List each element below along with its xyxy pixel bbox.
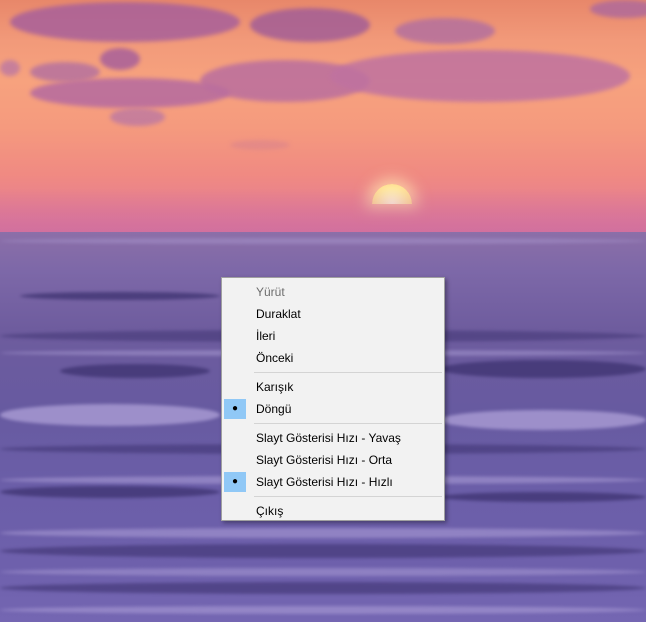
- menu-item-label: Döngü: [256, 402, 292, 416]
- wallpaper-sky: [0, 0, 646, 232]
- menu-item-label: İleri: [256, 329, 276, 343]
- menu-item-speed-medium[interactable]: Slayt Gösterisi Hızı - Orta: [222, 449, 444, 471]
- menu-item-loop[interactable]: ● Döngü: [222, 398, 444, 420]
- menu-item-label: Çıkış: [256, 504, 284, 518]
- menu-item-speed-fast[interactable]: ● Slayt Gösterisi Hızı - Hızlı: [222, 471, 444, 493]
- context-menu: Yürüt Duraklat İleri Önceki Karışık ● Dö…: [221, 277, 445, 521]
- menu-item-label: Slayt Gösterisi Hızı - Yavaş: [256, 431, 401, 445]
- check-bullet-icon: ●: [224, 399, 246, 419]
- menu-item-speed-slow[interactable]: Slayt Gösterisi Hızı - Yavaş: [222, 427, 444, 449]
- menu-item-label: Karışık: [256, 380, 294, 394]
- desktop[interactable]: Yürüt Duraklat İleri Önceki Karışık ● Dö…: [0, 0, 646, 622]
- menu-item-label: Duraklat: [256, 307, 301, 321]
- menu-separator: [254, 423, 442, 424]
- menu-item-previous[interactable]: Önceki: [222, 347, 444, 369]
- check-bullet-icon: ●: [224, 472, 246, 492]
- menu-item-label: Slayt Gösterisi Hızı - Orta: [256, 453, 393, 467]
- menu-item-label: Slayt Gösterisi Hızı - Hızlı: [256, 475, 393, 489]
- menu-item-next[interactable]: İleri: [222, 325, 444, 347]
- menu-separator: [254, 496, 442, 497]
- menu-item-shuffle[interactable]: Karışık: [222, 376, 444, 398]
- menu-item-label: Yürüt: [256, 285, 285, 299]
- menu-item-play[interactable]: Yürüt: [222, 281, 444, 303]
- menu-item-label: Önceki: [256, 351, 294, 365]
- menu-item-exit[interactable]: Çıkış: [222, 500, 444, 522]
- menu-item-pause[interactable]: Duraklat: [222, 303, 444, 325]
- menu-separator: [254, 372, 442, 373]
